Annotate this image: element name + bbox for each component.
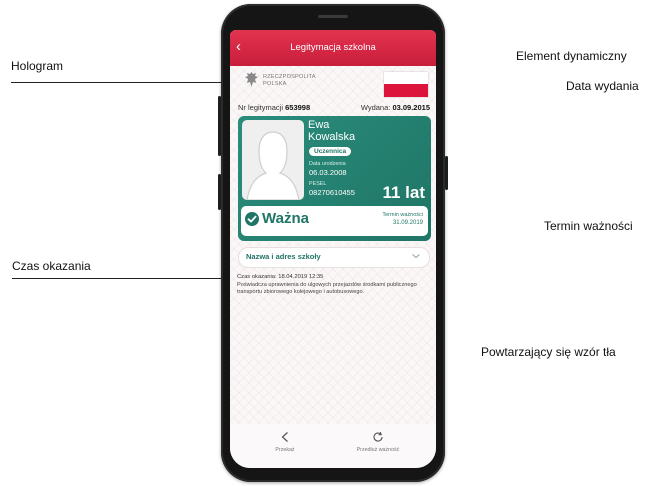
dob-label: Data urodzenia: [309, 161, 346, 167]
app-header: ‹ Legitymacja szkolna: [230, 30, 436, 66]
card-number-value: 653998: [285, 103, 311, 112]
callout-hologram: Hologram: [11, 59, 64, 73]
expiry-label: Termin ważności: [382, 212, 423, 218]
id-card: Ewa Kowalska Uczennica Data urodzenia 06…: [238, 116, 431, 241]
student-photo: [242, 120, 304, 200]
share-label: Przekaż: [275, 447, 295, 453]
display-time: Czas okazania: 18.04.2019 12:35: [237, 274, 324, 280]
expiry-value: 31.09.2019: [392, 220, 423, 226]
school-dropdown-label: Nazwa i adres szkoły: [246, 252, 321, 261]
callout-czas-okazania: Czas okazania: [12, 259, 91, 273]
polish-flag-icon: [384, 72, 428, 97]
callout-element-dynamiczny: Element dynamiczny: [516, 49, 627, 63]
status-text: Ważna: [262, 210, 309, 227]
callout-data-wydania: Data wydania: [566, 79, 639, 93]
last-name: Kowalska: [308, 131, 356, 143]
app-title: Legitymacja szkolna: [290, 42, 376, 53]
renew-button[interactable]: Przedłuż ważność: [343, 431, 413, 453]
volume-button: [218, 96, 221, 156]
leader-line-hologram: [11, 82, 233, 83]
validity-status-box: Ważna Termin ważności 31.09.2019: [241, 206, 428, 236]
chevron-down-icon: [412, 254, 420, 259]
callout-termin-waznosci: Termin ważności: [544, 219, 633, 233]
share-button[interactable]: Przekaż: [250, 431, 320, 453]
speaker-grille: [318, 15, 348, 18]
school-dropdown[interactable]: Nazwa i adres szkoły: [238, 247, 430, 268]
side-button-lower: [218, 174, 221, 210]
phone-frame: ‹ Legitymacja szkolna RZECZPOSPOLITA POL…: [218, 4, 448, 482]
entitlement-note: Poświadcza uprawnienia do ulgowych przej…: [237, 282, 417, 295]
issue-date: Wydana: 03.09.2015: [361, 103, 430, 112]
age-value: 11 lat: [382, 183, 425, 202]
share-icon: [281, 432, 288, 442]
leader-line-czas-okazania: [12, 278, 234, 279]
renew-label: Przedłuż ważność: [356, 447, 400, 453]
first-name: Ewa: [308, 119, 330, 131]
eagle-emblem-icon: [245, 72, 258, 87]
rp-line-1: RZECZPOSPOLITA: [263, 74, 316, 80]
card-number: Nr legitymacji 653998: [238, 103, 310, 112]
bottom-bar: Przekaż Przedłuż ważność: [230, 424, 436, 468]
callout-wzor-tla: Powtarzający się wzór tła: [481, 345, 616, 359]
role-badge: Uczennica: [309, 147, 352, 156]
pesel-value: 08270610455: [309, 188, 355, 197]
dob-value: 06.03.2008: [309, 168, 347, 177]
issue-date-label: Wydana:: [360, 103, 391, 112]
card-number-label: Nr legitymacji: [238, 103, 284, 112]
pesel-label: PESEL: [309, 181, 327, 187]
app-screen: ‹ Legitymacja szkolna RZECZPOSPOLITA POL…: [230, 30, 436, 468]
refresh-icon: [373, 431, 383, 442]
check-circle-icon: [245, 212, 259, 226]
power-button: [445, 156, 448, 190]
issue-date-value: 03.09.2015: [392, 103, 430, 112]
rp-line-2: POLSKA: [263, 81, 287, 87]
